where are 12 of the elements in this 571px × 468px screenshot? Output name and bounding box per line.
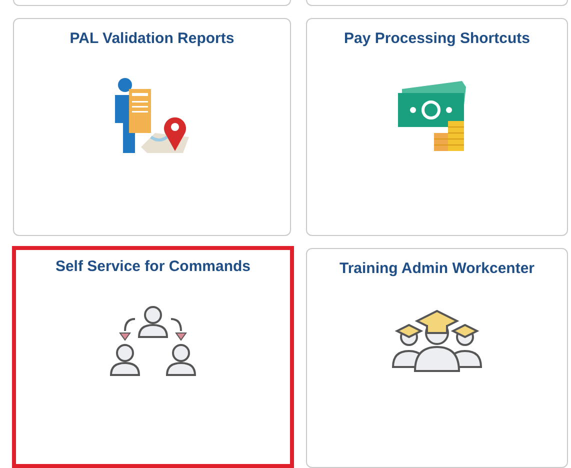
- tile[interactable]: [13, 0, 291, 6]
- tile[interactable]: [306, 0, 568, 6]
- tile[interactable]: PAL Validation Reports: [13, 18, 291, 236]
- tile[interactable]: Training Admin Workcenter: [306, 248, 568, 468]
- tile-title: Self Service for Commands: [55, 258, 251, 275]
- graduates-icon: [389, 307, 485, 373]
- tile[interactable]: Self Service for Commands: [12, 246, 294, 468]
- tile-title: Training Admin Workcenter: [339, 260, 535, 277]
- tile[interactable]: Pay Processing Shortcuts: [306, 18, 568, 236]
- people-hierarchy-icon: [109, 303, 197, 379]
- tile-title: Pay Processing Shortcuts: [344, 30, 530, 47]
- tile-title: PAL Validation Reports: [70, 30, 234, 47]
